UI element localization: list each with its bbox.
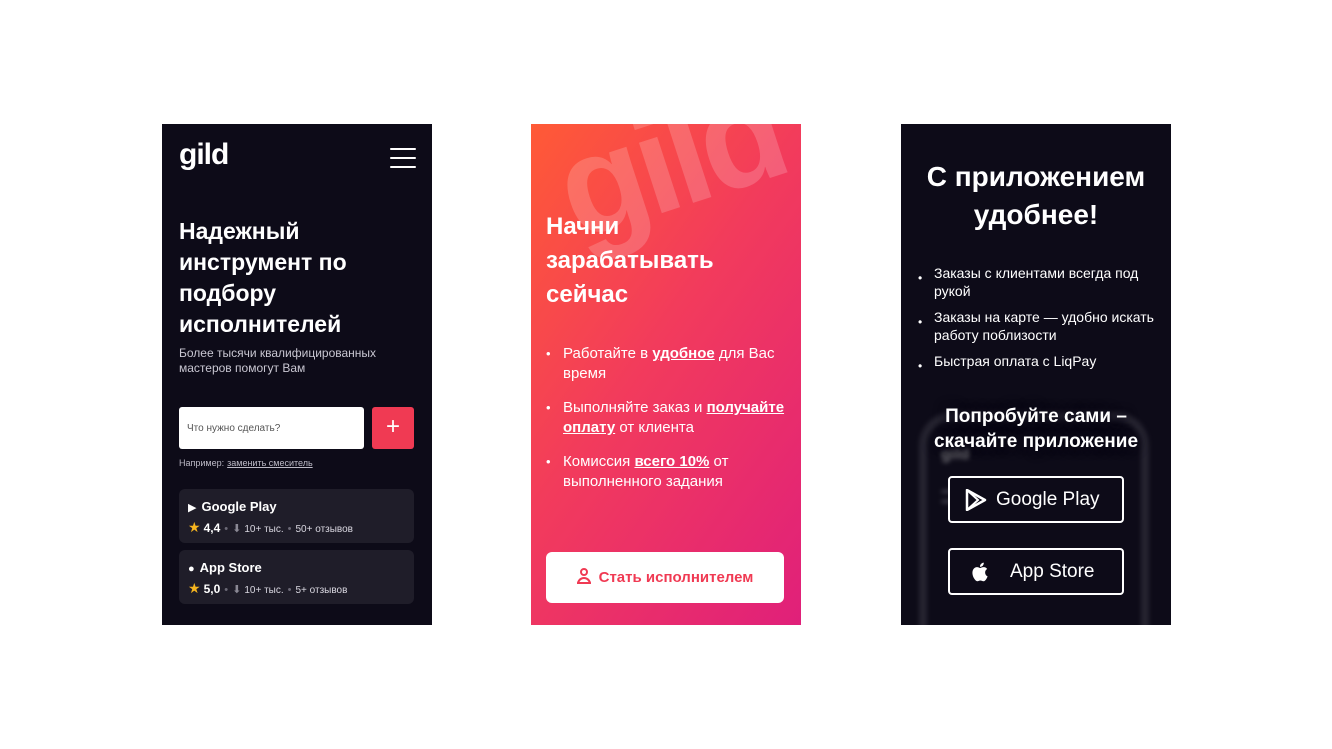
google-play-label: Google Play [996, 489, 1100, 510]
bullet-text: от клиента [615, 419, 694, 436]
store-reviews: 5+ отзывов [295, 585, 348, 596]
list-item: Работайте в удобное для Вас время [546, 344, 786, 384]
store-reviews: 50+ отзывов [295, 524, 353, 535]
page-title: Надежный инструмент по подбору исполните… [179, 218, 347, 337]
add-task-button[interactable]: + [372, 407, 414, 449]
store-rating: 5,0 [203, 582, 221, 596]
hamburger-menu-icon[interactable] [390, 148, 416, 170]
task-search-input[interactable] [179, 407, 364, 449]
google-play-icon: ▶ [188, 502, 197, 514]
page-title: С приложением удобнее! [926, 161, 1146, 230]
store-name: ● App Store [188, 560, 262, 575]
screen-find-specialist: gild Надежный инструмент по подбору испо… [162, 124, 432, 625]
store-stats: ★ 4,4 • ⬇ 10+ тыс. • 50+ отзывов [188, 519, 353, 536]
star-icon: ★ [188, 519, 201, 535]
google-play-card[interactable]: ▶ Google Play ★ 4,4 • ⬇ 10+ тыс. • 50+ отзывов [179, 489, 414, 543]
bullet-highlight: удобное [652, 345, 715, 362]
screen-become-specialist: gild Начни зарабатывать сейчас Работайте… [531, 124, 801, 625]
store-name-label: Google Play [201, 499, 277, 514]
store-downloads: 10+ тыс. [244, 524, 284, 535]
example-label: Например: [179, 458, 225, 468]
bullet-text: Комиссия [563, 453, 635, 470]
separator-dot: • [224, 523, 229, 535]
bullet-highlight: всего 10% [634, 453, 710, 470]
star-icon: ★ [188, 580, 201, 596]
store-name-label: App Store [199, 560, 262, 575]
screen-download-app: С приложением удобнее! Заказы с клиентам… [901, 124, 1171, 625]
store-rating: 4,4 [203, 521, 221, 535]
list-item: Заказы на карте — удобно искать работу п… [918, 308, 1158, 344]
separator-dot: • [287, 523, 292, 535]
list-item: Заказы с клиентами всегда под рукой [918, 264, 1158, 300]
store-downloads: 10+ тыс. [244, 585, 284, 596]
page-title: Начни зарабатывать сейчас [546, 213, 714, 308]
list-item: Выполняйте заказ и получайте оплату от к… [546, 398, 786, 438]
apple-icon: ● [188, 563, 195, 575]
list-item: Быстрая оплата с LiqPay [918, 352, 1158, 375]
bullet-text: Работайте в [563, 345, 653, 362]
store-name: ▶ Google Play [188, 499, 277, 514]
app-store-card[interactable]: ● App Store ★ 5,0 • ⬇ 10+ тыс. • 5+ отзывов [179, 550, 414, 604]
apple-icon [972, 562, 988, 582]
separator-dot: • [287, 584, 292, 596]
bullet-text: Выполняйте заказ и [563, 399, 707, 416]
benefits-list: Работайте в удобное для Вас время Выполн… [546, 344, 786, 506]
user-icon [576, 568, 591, 584]
gild-logo[interactable]: gild [179, 138, 229, 172]
list-item: Комиссия всего 10% от выполненного задан… [546, 452, 786, 492]
separator-dot: • [224, 584, 229, 596]
app-store-label: App Store [1010, 561, 1095, 582]
become-specialist-button[interactable]: Стать исполнителем [546, 552, 784, 603]
google-play-icon [965, 489, 987, 511]
download-subheading: Попробуйте сами – скачайте приложение [933, 406, 1139, 452]
download-icon: ⬇ [232, 523, 242, 535]
cta-label: Стать исполнителем [598, 569, 754, 586]
search-example: Например: заменить смеситель [179, 458, 313, 468]
app-store-button[interactable]: App Store [948, 548, 1124, 595]
page-subtitle: Более тысячи квалифицированных мастеров … [179, 346, 377, 375]
example-link[interactable]: заменить смеситель [227, 458, 313, 468]
features-list: Заказы с клиентами всегда под рукой Зака… [918, 264, 1158, 378]
google-play-button[interactable]: Google Play [948, 476, 1124, 523]
download-icon: ⬇ [232, 584, 242, 596]
store-stats: ★ 5,0 • ⬇ 10+ тыс. • 5+ отзывов [188, 580, 347, 597]
